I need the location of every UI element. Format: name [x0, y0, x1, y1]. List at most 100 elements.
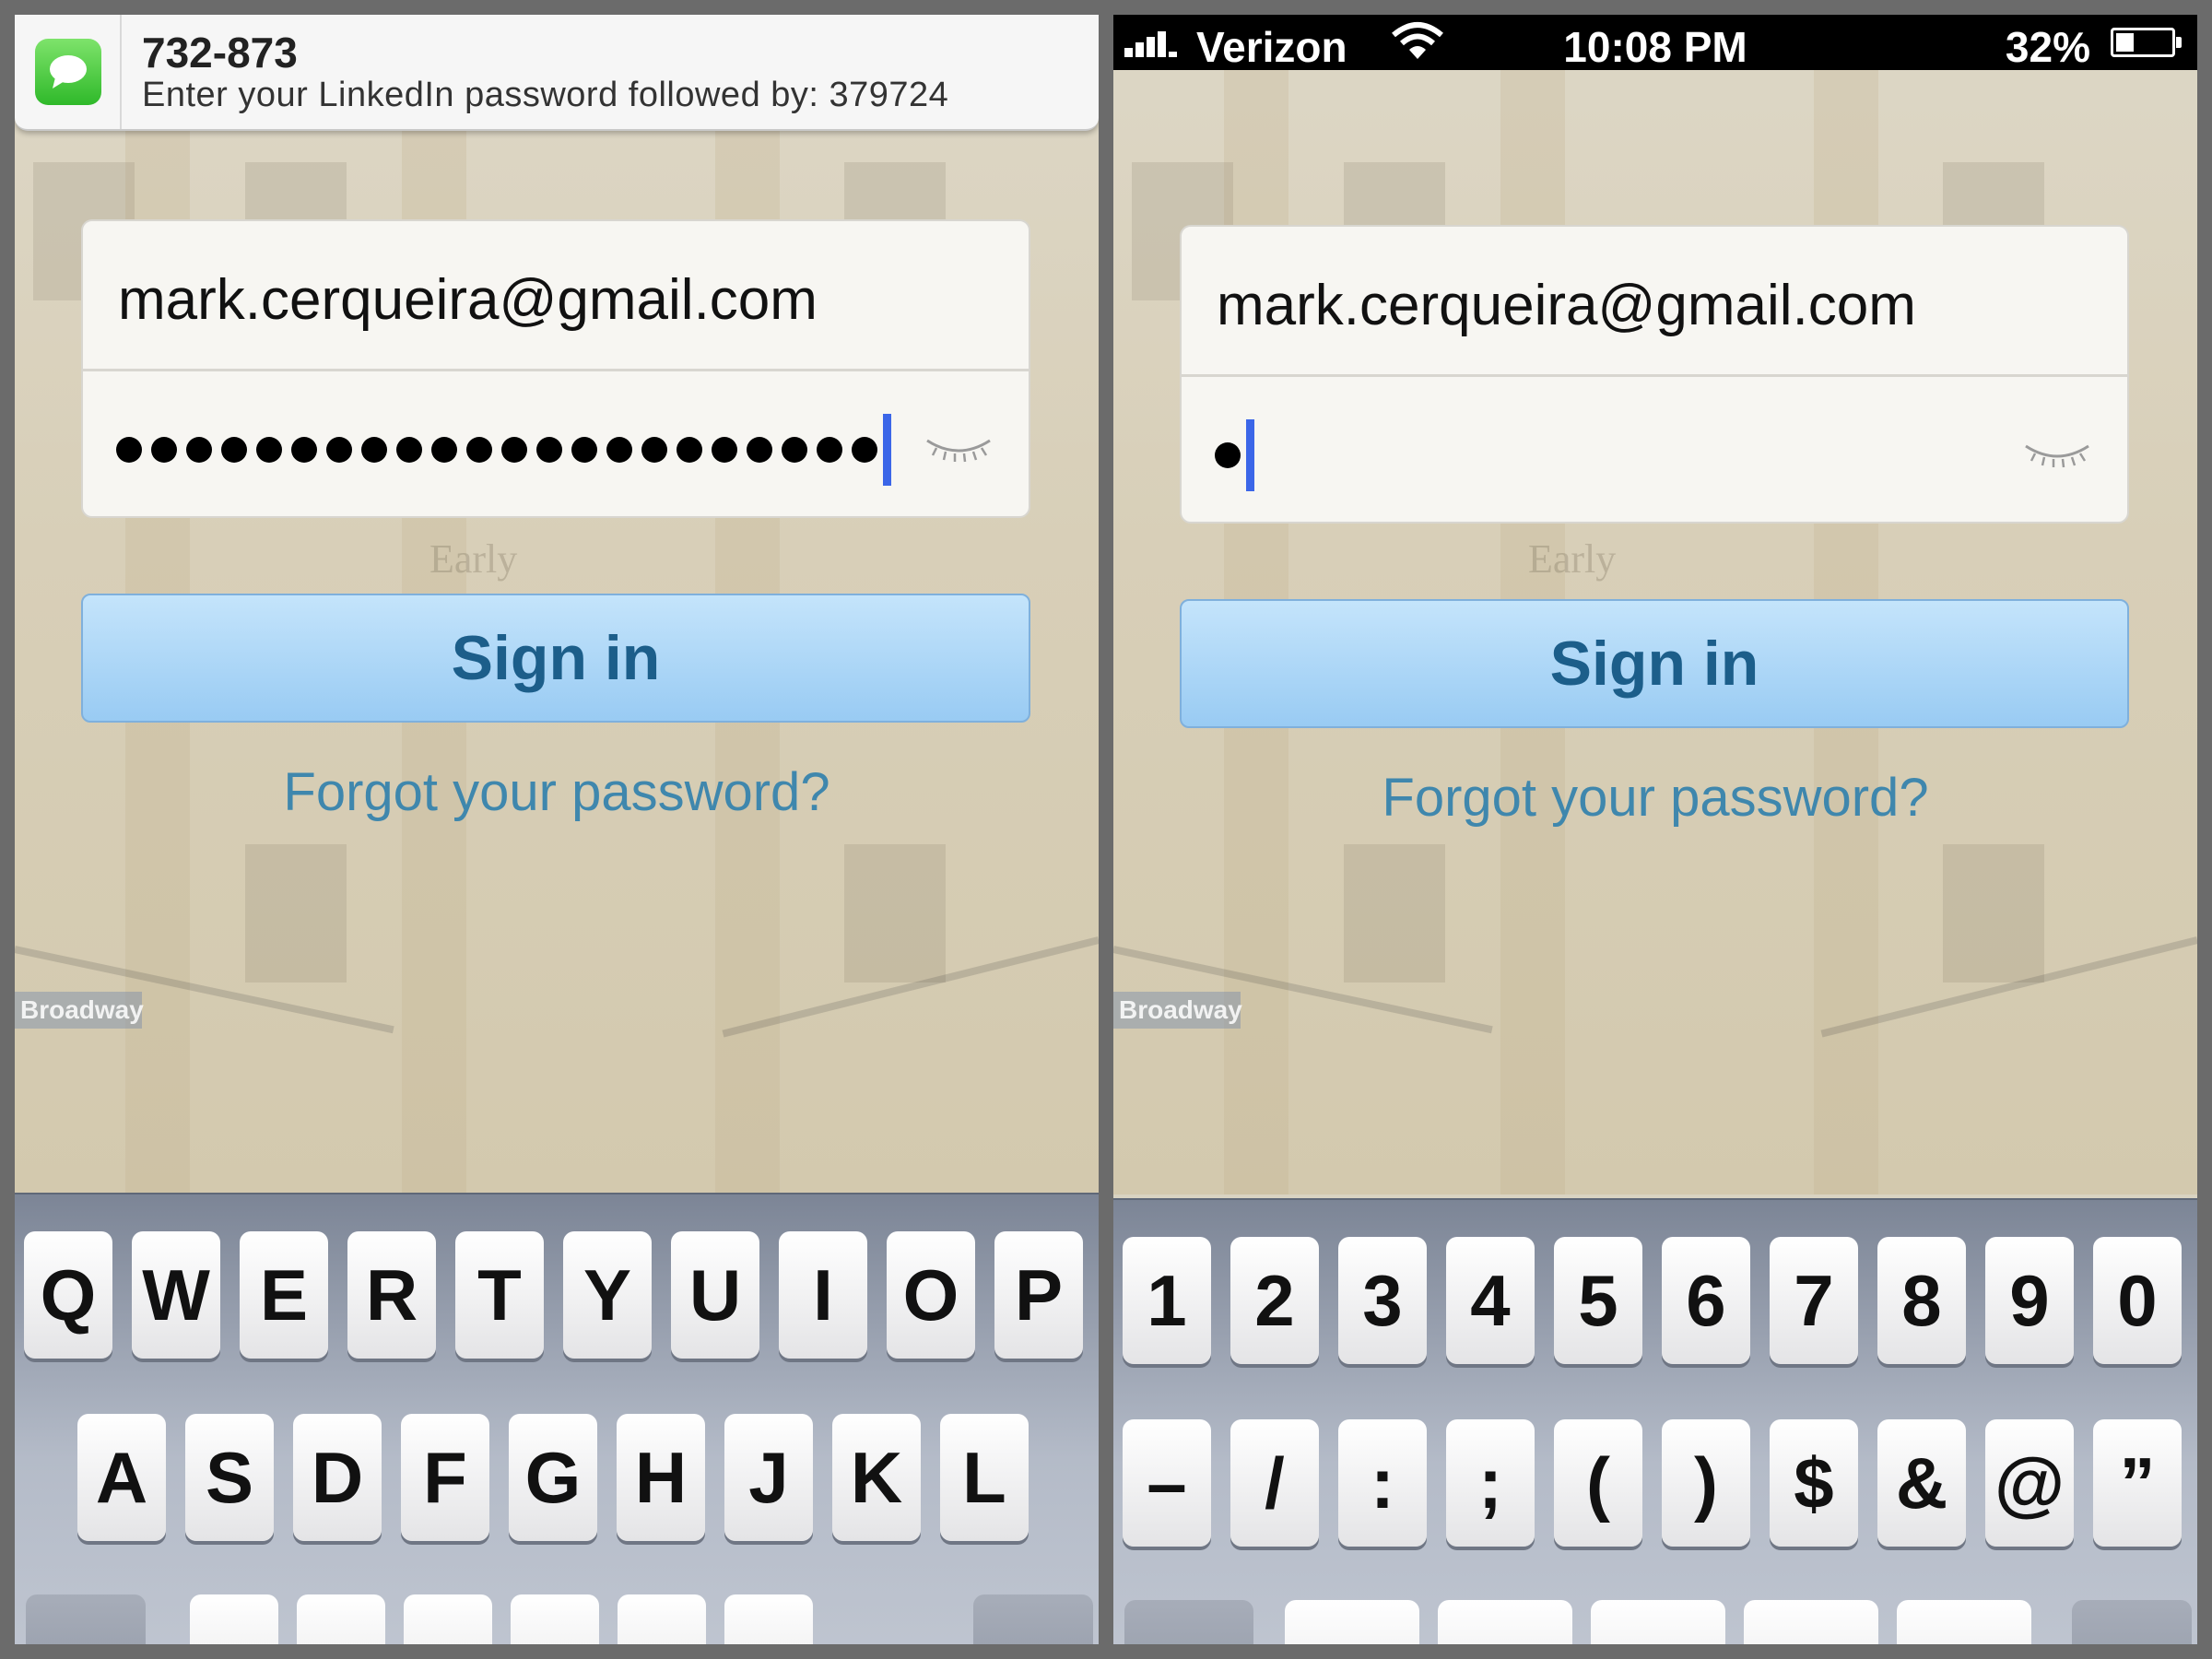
- keyboard-key[interactable]: [1285, 1600, 1419, 1644]
- left-phone-screen: Early Broadway 732-873 Enter your Linked…: [15, 15, 1099, 1644]
- password-field[interactable]: [1182, 376, 2127, 524]
- forgot-password-link[interactable]: Forgot your password?: [1113, 767, 2197, 829]
- key-5[interactable]: Y: [563, 1231, 652, 1359]
- keyboard-key[interactable]: [297, 1594, 385, 1644]
- keyboard-row-2: – /:;() $ & @”: [1113, 1419, 2197, 1548]
- background-window: [844, 844, 946, 982]
- key-8[interactable]: @: [1985, 1419, 2074, 1547]
- forgot-password-link[interactable]: Forgot your password?: [15, 761, 1099, 823]
- password-field[interactable]: [83, 371, 1029, 518]
- password-dot: [116, 437, 142, 463]
- key-6[interactable]: $: [1770, 1419, 1858, 1547]
- key-8[interactable]: O: [887, 1231, 975, 1359]
- key-0[interactable]: –: [1123, 1419, 1211, 1547]
- battery-level-fill: [2116, 33, 2134, 52]
- key-6[interactable]: 7: [1770, 1237, 1858, 1364]
- password-dot: [256, 437, 282, 463]
- keyboard-key[interactable]: [190, 1594, 278, 1644]
- key-2[interactable]: E: [240, 1231, 328, 1359]
- key-2[interactable]: :: [1338, 1419, 1427, 1547]
- key-3[interactable]: F: [401, 1414, 489, 1541]
- email-field[interactable]: mark.cerqueira@gmail.com: [1182, 227, 2127, 377]
- login-form: mark.cerqueira@gmail.com: [81, 219, 1030, 518]
- key-4[interactable]: 5: [1554, 1237, 1642, 1364]
- key-7[interactable]: 8: [1877, 1237, 1966, 1364]
- keyboard-key[interactable]: [1438, 1600, 1572, 1644]
- key-1[interactable]: 2: [1230, 1237, 1319, 1364]
- broadway-street-sign: Broadway: [1113, 992, 1242, 1029]
- keyboard-key[interactable]: [404, 1594, 492, 1644]
- background-early-text: Early: [1528, 536, 1617, 582]
- key-1[interactable]: W: [132, 1231, 220, 1359]
- email-value: mark.cerqueira@gmail.com: [1217, 274, 1916, 337]
- status-bar: Verizon 10:08 PM 32%: [1113, 15, 2197, 71]
- more-symbols-key[interactable]: [1124, 1600, 1253, 1644]
- background-window: [1344, 844, 1445, 982]
- key-7[interactable]: &: [1877, 1419, 1966, 1547]
- key-5[interactable]: H: [617, 1414, 705, 1541]
- keyboard-key[interactable]: [1897, 1600, 2031, 1644]
- email-field[interactable]: mark.cerqueira@gmail.com: [83, 221, 1029, 371]
- password-dot: [677, 437, 702, 463]
- key-1[interactable]: /: [1230, 1419, 1319, 1547]
- background-window: [245, 844, 347, 982]
- key-6[interactable]: J: [724, 1414, 813, 1541]
- key-3[interactable]: ;: [1446, 1419, 1535, 1547]
- background-window: [1943, 844, 2044, 982]
- password-dot: [396, 437, 422, 463]
- key-9[interactable]: P: [994, 1231, 1083, 1359]
- password-dot: [361, 437, 387, 463]
- delete-key-icon[interactable]: [2072, 1600, 2192, 1644]
- key-3[interactable]: R: [347, 1231, 436, 1359]
- password-dot: [536, 437, 562, 463]
- key-8[interactable]: L: [940, 1414, 1029, 1541]
- password-dot: [606, 437, 632, 463]
- password-masked-value: [116, 414, 891, 486]
- key-4[interactable]: T: [455, 1231, 544, 1359]
- key-5[interactable]: 6: [1662, 1237, 1750, 1364]
- login-form: mark.cerqueira@gmail.com: [1180, 225, 2129, 524]
- sign-in-button[interactable]: Sign in: [81, 594, 1030, 723]
- key-0[interactable]: 1: [1123, 1237, 1211, 1364]
- password-dot: [782, 437, 807, 463]
- key-0[interactable]: A: [77, 1414, 166, 1541]
- password-dot: [466, 437, 492, 463]
- notification-icon-area: [15, 15, 122, 129]
- key-7[interactable]: K: [832, 1414, 921, 1541]
- key-2[interactable]: 3: [1338, 1237, 1427, 1364]
- key-4[interactable]: G: [509, 1414, 597, 1541]
- key-9[interactable]: 0: [2093, 1237, 2182, 1364]
- password-dot: [291, 437, 317, 463]
- keyboard-key[interactable]: [1744, 1600, 1878, 1644]
- keyboard-key[interactable]: [724, 1594, 813, 1644]
- keyboard-key[interactable]: [1591, 1600, 1725, 1644]
- password-dot: [712, 437, 737, 463]
- notification-message: Enter your LinkedIn password followed by…: [142, 76, 949, 114]
- keyboard-key[interactable]: [511, 1594, 599, 1644]
- battery-percentage: 32%: [2005, 23, 2090, 71]
- eye-closed-icon[interactable]: [924, 435, 994, 463]
- key-6[interactable]: U: [671, 1231, 759, 1359]
- password-dot: [186, 437, 212, 463]
- delete-key-icon[interactable]: [973, 1594, 1093, 1644]
- key-1[interactable]: S: [185, 1414, 274, 1541]
- keyboard-row-1: QWERTYUIOP: [15, 1231, 1099, 1360]
- shift-key-icon[interactable]: [26, 1594, 146, 1644]
- eye-closed-icon[interactable]: [2022, 441, 2092, 468]
- key-3[interactable]: 4: [1446, 1237, 1535, 1364]
- key-4[interactable]: (: [1554, 1419, 1642, 1547]
- key-9[interactable]: ”: [2093, 1419, 2182, 1547]
- text-caret: [883, 414, 891, 486]
- password-dot: [1215, 442, 1241, 468]
- password-dot: [326, 437, 352, 463]
- key-0[interactable]: Q: [24, 1231, 112, 1359]
- sign-in-button[interactable]: Sign in: [1180, 599, 2129, 728]
- key-7[interactable]: I: [779, 1231, 867, 1359]
- right-phone-screen: Early Broadway Verizon 10:08 PM 32% mark…: [1113, 15, 2197, 1644]
- key-5[interactable]: ): [1662, 1419, 1750, 1547]
- key-8[interactable]: 9: [1985, 1237, 2074, 1364]
- key-2[interactable]: D: [293, 1414, 382, 1541]
- keyboard-key[interactable]: [618, 1594, 706, 1644]
- sms-notification-banner[interactable]: 732-873 Enter your LinkedIn password fol…: [15, 15, 1099, 131]
- qwerty-keyboard: QWERTYUIOP ASDFGHJKL: [15, 1193, 1099, 1644]
